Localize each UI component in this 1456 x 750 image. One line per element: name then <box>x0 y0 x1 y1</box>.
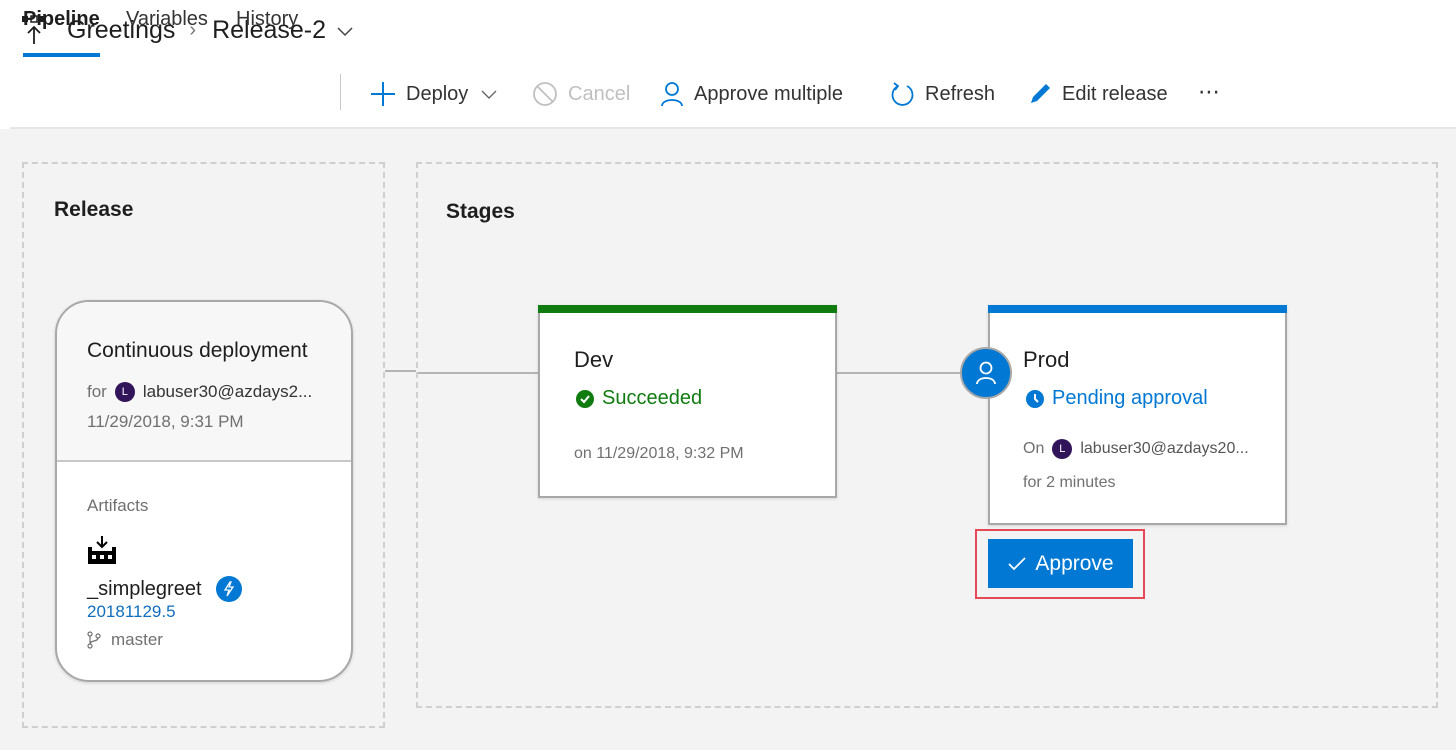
artifacts-label: Artifacts <box>87 496 149 515</box>
success-check-icon <box>576 389 594 408</box>
stage-status-label: Pending approval <box>1052 387 1208 409</box>
stage-status-bar <box>538 305 837 313</box>
release-requested-for: for L labuser30@azdays2... <box>87 382 312 402</box>
build-number-link[interactable]: 20181129.5 <box>87 602 176 622</box>
cancel-icon <box>533 82 557 106</box>
tab-history[interactable]: History <box>236 8 298 56</box>
stage-status: Succeeded <box>576 387 702 410</box>
cancel-button[interactable]: Cancel <box>532 80 630 108</box>
stage-name: Prod <box>1023 347 1070 372</box>
page-header: Greetings › Release-2 Pipeline Variables… <box>0 0 1456 129</box>
build-artifact-icon <box>88 536 116 564</box>
artifact-name: _simplegreet <box>87 576 242 602</box>
refresh-icon <box>891 82 914 106</box>
stage-card-dev[interactable]: Dev Succeeded on 11/29/2018, 9:32 PM <box>538 305 837 498</box>
on-label: On <box>1023 440 1045 457</box>
approve-multiple-label: Approve multiple <box>694 82 843 105</box>
release-section-title: Release <box>54 198 134 221</box>
clock-icon <box>1026 389 1044 408</box>
artifact-branch: master <box>87 630 163 650</box>
person-icon <box>661 82 683 107</box>
user-avatar: L <box>114 382 135 402</box>
breadcrumb: Greetings › Release-2 <box>67 16 354 45</box>
release-to-stages-connector <box>385 370 416 372</box>
user-avatar: L <box>1052 439 1073 459</box>
stage-status-bar <box>988 305 1287 313</box>
stages-section-title: Stages <box>446 200 515 223</box>
person-icon <box>976 361 996 385</box>
tab-pipeline[interactable]: Pipeline <box>23 8 100 57</box>
pre-deployment-approval-button[interactable] <box>960 347 1012 399</box>
approve-label: Approve <box>1035 551 1114 575</box>
refresh-label: Refresh <box>925 82 996 105</box>
tab-variables[interactable]: Variables <box>126 8 208 56</box>
plus-icon <box>371 82 395 106</box>
approve-multiple-button[interactable]: Approve multiple <box>660 80 843 108</box>
branch-icon <box>87 631 101 649</box>
chevron-down-icon <box>481 90 497 99</box>
branch-name: master <box>111 630 163 649</box>
stage-status-label: Succeeded <box>602 387 703 409</box>
stage-name: Dev <box>574 347 614 372</box>
approve-button[interactable]: Approve <box>988 539 1133 588</box>
approver-user: labuser30@azdays20... <box>1080 440 1249 457</box>
cancel-label: Cancel <box>568 82 631 105</box>
stage-status: Pending approval <box>1026 387 1208 410</box>
more-actions-button[interactable]: ⋯ <box>1198 78 1220 106</box>
checkmark-icon <box>1008 556 1027 570</box>
pencil-icon <box>1031 84 1050 103</box>
continuous-deployment-trigger-icon <box>215 576 242 602</box>
stage-card-prod[interactable]: Prod Pending approval On L labuser30@azd… <box>988 305 1287 525</box>
release-card[interactable]: Continuous deployment for L labuser30@az… <box>55 300 353 682</box>
stage-detail: on 11/29/2018, 9:32 PM <box>574 445 744 462</box>
refresh-button[interactable]: Refresh <box>890 80 995 108</box>
for-label: for <box>87 382 107 401</box>
release-user: labuser30@azdays2... <box>142 382 313 401</box>
release-date: 11/29/2018, 9:31 PM <box>87 412 244 431</box>
deploy-button[interactable]: Deploy <box>370 80 498 108</box>
release-trigger: Continuous deployment <box>87 339 308 362</box>
release-dropdown-chevron-icon[interactable] <box>336 22 354 40</box>
approval-duration: for 2 minutes <box>1023 474 1116 491</box>
edit-release-button[interactable]: Edit release <box>1028 80 1168 108</box>
toolbar-divider <box>340 74 341 110</box>
artifact-name-label: _simplegreet <box>87 577 202 600</box>
approval-requested-on: On L labuser30@azdays20... <box>1023 439 1249 459</box>
deploy-label: Deploy <box>406 82 469 105</box>
edit-release-label: Edit release <box>1062 82 1168 105</box>
